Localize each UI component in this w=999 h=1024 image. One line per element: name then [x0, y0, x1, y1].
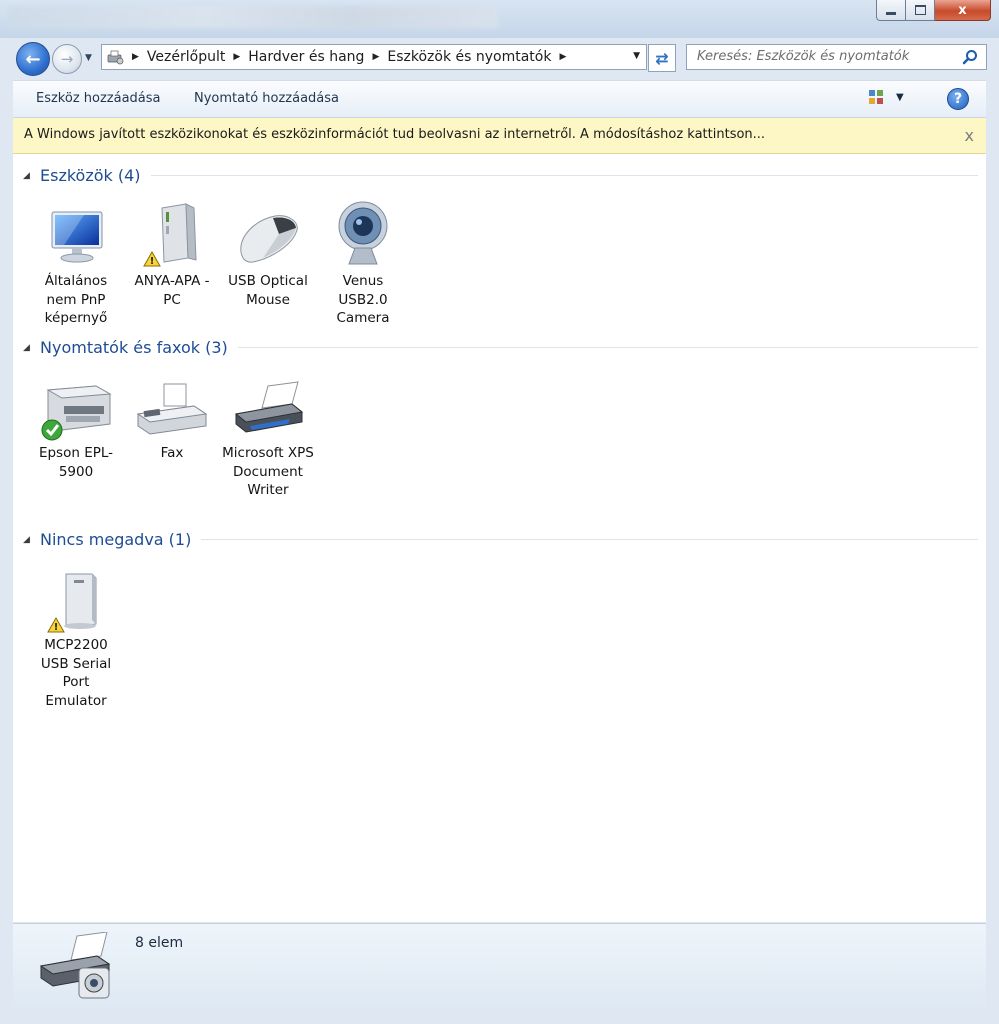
device-item[interactable]: Venus USB2.0 Camera: [317, 200, 409, 328]
breadcrumb-separator-icon[interactable]: ▶: [233, 52, 240, 62]
group-divider: [150, 175, 978, 176]
address-dropdown-icon[interactable]: ▼: [633, 51, 640, 61]
collapse-triangle-icon[interactable]: ◢: [23, 171, 40, 181]
group-header-unspecified[interactable]: ◢ Nincs megadva (1): [23, 530, 978, 549]
mouse-icon: [240, 215, 298, 263]
window-controls: x: [876, 0, 991, 22]
back-button[interactable]: ←: [16, 42, 50, 76]
device-box-icon: !: [47, 573, 97, 633]
breadcrumb-devices-printers[interactable]: Eszközök és nyomtatók: [387, 49, 551, 65]
chevron-down-icon[interactable]: ▼: [896, 92, 904, 103]
info-bar-text[interactable]: A Windows javított eszközikonokat és esz…: [24, 127, 765, 142]
info-bar[interactable]: A Windows javított eszközikonokat és esz…: [13, 118, 986, 154]
device-label[interactable]: Általános nem PnP képernyő: [30, 272, 122, 328]
close-icon[interactable]: x: [965, 126, 974, 145]
svg-text:!: !: [150, 256, 155, 267]
forward-button[interactable]: →: [52, 44, 82, 74]
device-label[interactable]: USB Optical Mouse: [222, 272, 314, 309]
printer-label[interactable]: Microsoft XPS Document Writer: [222, 444, 314, 500]
minimize-button[interactable]: [876, 0, 906, 21]
breadcrumb-separator-icon[interactable]: ▶: [132, 52, 139, 62]
device-label[interactable]: MCP2200 USB Serial Port Emulator: [30, 636, 122, 710]
collapse-triangle-icon[interactable]: ◢: [23, 535, 40, 545]
collapse-triangle-icon[interactable]: ◢: [23, 343, 40, 353]
breadcrumb-hardware-sound[interactable]: Hardver és hang: [248, 49, 364, 65]
printer-item[interactable]: Epson EPL-5900: [30, 380, 122, 481]
devices-printers-large-icon: [39, 932, 111, 999]
maximize-button[interactable]: [906, 0, 935, 21]
device-item[interactable]: USB Optical Mouse: [222, 200, 314, 309]
recent-pages-dropdown[interactable]: ▼: [85, 53, 92, 63]
device-item[interactable]: ! ANYA-APA -PC: [126, 200, 218, 309]
view-grid-icon: [869, 90, 883, 104]
group-header-devices[interactable]: ◢ Eszközök (4): [23, 166, 978, 185]
fax-icon: [136, 383, 208, 435]
title-bar: x: [0, 0, 999, 38]
printer-icon: [41, 385, 112, 441]
devices-printers-icon: [107, 50, 124, 65]
address-bar[interactable]: ▶ Vezérlőpult ▶ Hardver és hang ▶ Eszköz…: [101, 44, 647, 70]
printer-icon: [234, 381, 304, 433]
search-icon[interactable]: [962, 49, 978, 65]
back-arrow-icon: ←: [25, 48, 41, 70]
devices-content: ◢ Eszközök (4) Általános nem PnP képerny…: [13, 154, 986, 922]
printer-item[interactable]: Microsoft XPS Document Writer: [222, 380, 314, 500]
group-title: Nyomtatók és faxok (3): [40, 338, 228, 357]
item-count: 8 elem: [135, 935, 184, 951]
svg-text:!: !: [54, 622, 59, 633]
fax-item[interactable]: Fax: [126, 380, 218, 463]
help-button[interactable]: ?: [947, 88, 969, 110]
refresh-button[interactable]: ⇄: [648, 44, 676, 72]
device-item[interactable]: Általános nem PnP képernyő: [30, 200, 122, 328]
computer-tower-icon: !: [143, 203, 197, 267]
device-label[interactable]: ANYA-APA -PC: [126, 272, 218, 309]
maximize-icon: [914, 5, 926, 15]
group-divider: [237, 347, 978, 348]
details-pane: 8 elem: [13, 923, 986, 1014]
webcam-icon: [338, 201, 388, 265]
taskbar-tabs-blurred: [8, 6, 498, 28]
group-title: Eszközök (4): [40, 166, 141, 185]
close-icon: x: [958, 2, 967, 18]
group-divider: [201, 539, 978, 540]
device-label[interactable]: Venus USB2.0 Camera: [317, 272, 409, 328]
device-item[interactable]: ! MCP2200 USB Serial Port Emulator: [30, 570, 122, 710]
forward-arrow-icon: →: [60, 50, 74, 68]
search-input[interactable]: [687, 45, 957, 68]
breadcrumb-separator-icon[interactable]: ▶: [372, 52, 379, 62]
refresh-icon: ⇄: [655, 48, 669, 68]
breadcrumb-separator-icon[interactable]: ▶: [559, 52, 566, 62]
command-bar: Eszköz hozzáadása Nyomtató hozzáadása ▼ …: [13, 80, 986, 118]
fax-label[interactable]: Fax: [126, 444, 218, 463]
search-box[interactable]: [686, 44, 987, 70]
printer-label[interactable]: Epson EPL-5900: [30, 444, 122, 481]
monitor-icon: [51, 211, 103, 263]
group-title: Nincs megadva (1): [40, 530, 192, 549]
close-button[interactable]: x: [935, 0, 991, 21]
change-view-button[interactable]: ▼: [868, 89, 904, 105]
add-printer-button[interactable]: Nyomtató hozzáadása: [194, 91, 339, 106]
breadcrumb-control-panel[interactable]: Vezérlőpult: [147, 49, 225, 65]
navigation-bar: ← → ▼ ▶ Vezérlőpult ▶ Hardver és hang ▶ …: [0, 38, 999, 78]
add-device-button[interactable]: Eszköz hozzáadása: [36, 91, 161, 106]
group-header-printers-faxes[interactable]: ◢ Nyomtatók és faxok (3): [23, 338, 978, 357]
minimize-icon: [886, 11, 896, 15]
